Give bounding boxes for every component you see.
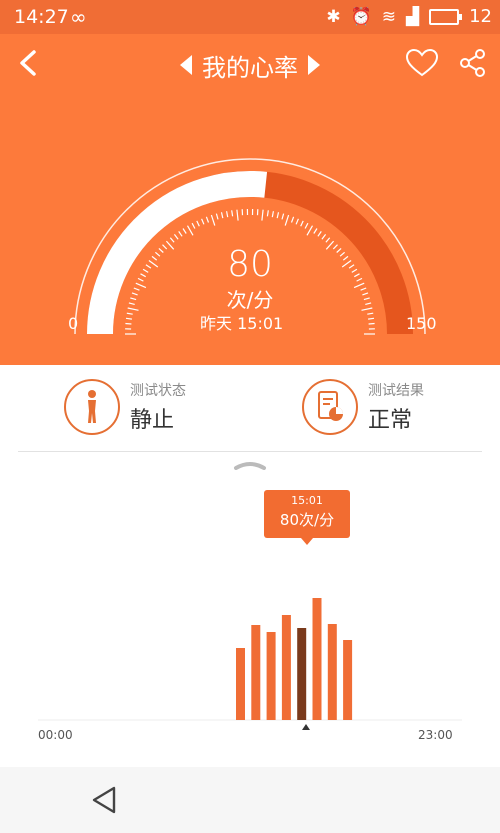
chart-bar[interactable] (251, 625, 261, 720)
gauge-tick (173, 234, 179, 240)
gauge-tick (186, 225, 194, 236)
current-time-marker (302, 724, 310, 730)
standing-person-icon (64, 379, 120, 435)
gauge-tick (169, 237, 175, 243)
x-axis-start: 00:00 (38, 728, 73, 742)
report-icon (302, 379, 358, 435)
test-status-value: 静止 (130, 408, 175, 433)
loop-icon: ∞ (70, 5, 87, 29)
status-time: 14:27 (14, 6, 69, 28)
gauge-tick (231, 210, 234, 217)
gauge-tick (367, 312, 374, 315)
gauge-tick (271, 211, 274, 218)
navigation-bar (0, 767, 500, 833)
gauge-tick (191, 222, 196, 229)
gauge-tick (321, 234, 327, 240)
heart-rate-value: 80 (227, 244, 273, 285)
gauge-tick (290, 216, 295, 223)
gauge-tick (196, 220, 200, 227)
app-bar: 我的心率 (0, 34, 500, 94)
test-result-label: 测试结果 (368, 383, 424, 399)
gauge-tick (284, 214, 290, 226)
signal-icon: ▟ (406, 6, 420, 27)
wifi-icon: ≋ (381, 6, 397, 27)
gauge-tick (126, 312, 133, 315)
test-status-label: 测试状态 (130, 383, 186, 399)
gauge-tick (304, 222, 309, 229)
gauge-tick (201, 218, 205, 225)
test-status-text: 测试状态 静止 (130, 380, 186, 434)
prev-arrow-icon[interactable] (180, 55, 192, 75)
test-result-value: 正常 (368, 408, 413, 433)
chart-bar[interactable] (343, 640, 353, 720)
gauge-tick (215, 213, 219, 220)
page-title: 我的心率 (202, 53, 298, 82)
test-result-item: 测试结果 正常 (302, 377, 424, 437)
gauge-tick (220, 212, 224, 219)
gauge-tick (368, 317, 375, 320)
status-right-text: 12 (469, 6, 492, 27)
chart-bar[interactable] (312, 598, 322, 720)
test-info-row: 测试状态 静止 测试结果 正常 (0, 365, 500, 451)
gauge-tick (306, 225, 314, 236)
gauge-tick (178, 231, 183, 237)
gauge-tick (300, 220, 304, 227)
x-axis-end: 23:00 (418, 728, 453, 742)
gauge-tick (266, 210, 269, 217)
chart-bar[interactable] (236, 648, 245, 720)
gauge-tick (261, 209, 264, 221)
chart-bar[interactable] (266, 632, 276, 720)
gauge-tick (317, 231, 322, 237)
next-arrow-icon[interactable] (308, 55, 320, 75)
gauge-tick (205, 216, 210, 223)
gauge-max-label: 150 (406, 314, 437, 333)
gauge-min-label: 0 (68, 314, 79, 333)
test-status-item: 测试状态 静止 (64, 377, 186, 437)
title-switcher: 我的心率 (160, 48, 340, 82)
status-bar: 14:27 ∞ ✱ ⏰ ≋ ▟ 12 (0, 0, 500, 34)
gauge-tick (368, 322, 375, 325)
heart-rate-header: 我的心率 80 次/分 昨天 15:01 0 150 (0, 34, 500, 365)
test-result-text: 测试结果 正常 (368, 380, 424, 434)
gauge-tick (210, 214, 216, 226)
gauge-tick (182, 228, 187, 234)
gauge-tick (276, 212, 280, 219)
status-icons: ✱ ⏰ ≋ ▟ 12 (326, 6, 492, 27)
heart-rate-chart[interactable]: 15:01 80次/分 00:00 23:00 (0, 452, 500, 767)
back-icon[interactable] (16, 48, 42, 78)
alarm-icon: ⏰ (350, 6, 372, 27)
heart-icon[interactable] (405, 48, 439, 78)
heart-rate-unit: 次/分 (226, 288, 274, 312)
gauge-tick (313, 228, 318, 234)
chart-bar-selected[interactable] (297, 628, 307, 720)
chart-bars (38, 598, 462, 721)
gauge-tick (295, 218, 299, 225)
nav-back-icon[interactable] (90, 785, 120, 815)
bluetooth-icon: ✱ (326, 6, 341, 27)
gauge-tick (125, 317, 132, 320)
gauge-tick (281, 213, 285, 220)
battery-icon (429, 8, 463, 25)
chart-bar[interactable] (281, 615, 291, 720)
gauge-tick (226, 211, 229, 218)
share-icon[interactable] (458, 48, 488, 78)
chart-bar[interactable] (327, 624, 337, 720)
gauge-tick (125, 322, 132, 325)
measure-time: 昨天 15:01 (200, 314, 284, 333)
gauge-tick (325, 237, 331, 243)
gauge-tick (236, 209, 239, 221)
